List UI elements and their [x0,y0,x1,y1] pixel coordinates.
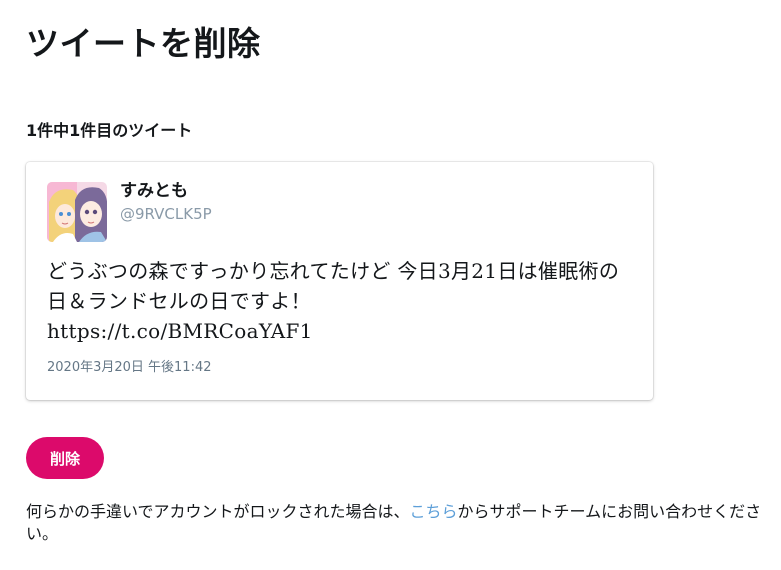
display-name: すみとも [120,181,188,201]
tweet-timestamp: 2020年3月20日 午後11:42 [47,360,212,375]
tweet-text: どうぶつの森ですっかり忘れてたけど 今日3月21日は催眠術の日＆ランドセルの日で… [47,259,620,343]
tweet-count-subtitle: 1件中1件目のツイート [26,121,193,140]
tweet-card: すみとも @9RVCLK5P どうぶつの森ですっかり忘れてたけど 今日3月21日… [26,162,653,400]
support-link[interactable]: こちら [410,502,458,521]
avatar [47,182,107,242]
delete-button[interactable]: 削除 [26,437,104,479]
help-text: 何らかの手違いでアカウントがロックされた場合は、こちらからサポートチームにお問い… [26,501,766,545]
anime-characters-avatar-icon [47,182,107,242]
help-text-prefix: 何らかの手違いでアカウントがロックされた場合は、 [26,502,410,521]
user-handle: @9RVCLK5P [120,205,212,223]
page-title: ツイートを削除 [26,24,261,63]
